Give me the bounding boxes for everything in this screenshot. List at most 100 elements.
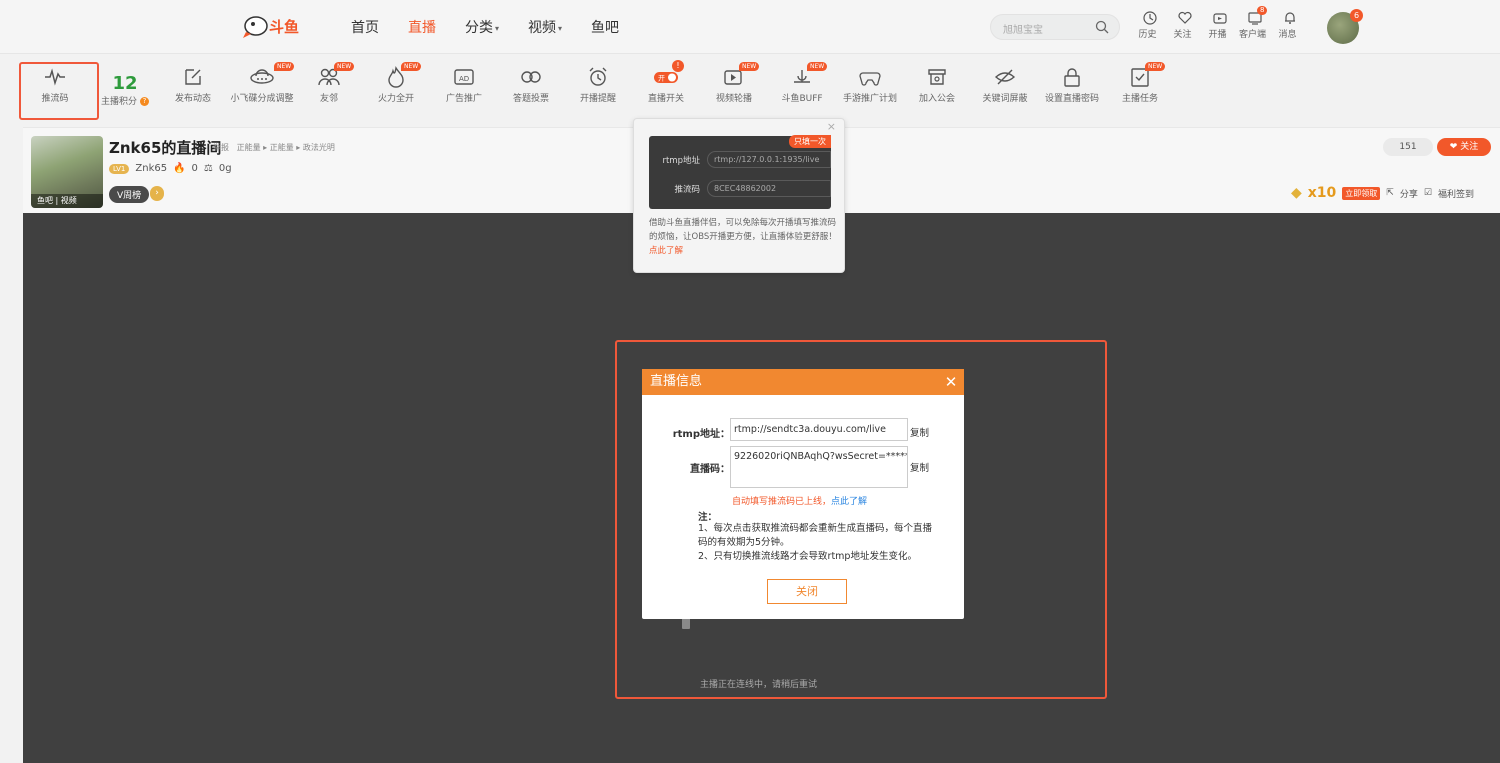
push-code-highlight <box>19 62 99 120</box>
gamepad-icon <box>859 72 881 86</box>
bell-icon <box>1284 12 1295 24</box>
buff-label: 斗鱼BUFF <box>781 94 823 104</box>
sign-in-button[interactable]: 福利签到 <box>1438 187 1474 200</box>
chevron-right-icon[interactable]: › <box>150 186 164 201</box>
video-carousel-label: 视频轮播 <box>715 94 752 104</box>
fire-tool[interactable]: NEW 火力全开 <box>361 62 431 104</box>
share-button[interactable]: 分享 <box>1400 187 1418 200</box>
chevron-down-icon: ▾ <box>495 23 500 33</box>
checkin-icon: ☑ <box>1423 188 1432 198</box>
ufo-icon <box>250 69 274 84</box>
alert-badge: ! <box>672 60 684 72</box>
video-carousel-tool[interactable]: NEW 视频轮播 <box>699 62 769 104</box>
post-tool[interactable]: 发布动态 <box>158 62 228 104</box>
note-title: 注： <box>698 512 718 523</box>
follow-button[interactable]: ❤ 关注 <box>1437 138 1491 156</box>
ad-label: 广告推广 <box>445 94 482 104</box>
edit-icon <box>185 69 201 85</box>
nav-video[interactable]: 视频 ▾ <box>528 17 562 37</box>
alarm-clock-icon <box>589 67 607 86</box>
password-tool[interactable]: 设置直播密码 <box>1037 62 1107 104</box>
friends-label: 友邻 <box>319 94 338 104</box>
mobile-game-tool[interactable]: 手游推广计划 <box>835 62 905 104</box>
popover-desc-text: 借助斗鱼直播伴侣，可以免除每次开播填写推流码的烦恼，让OBS开播更方便，让直播体… <box>649 218 837 242</box>
copy-rtmp-button[interactable]: 复制 <box>910 425 929 439</box>
clock-icon <box>1142 11 1157 25</box>
nav-home[interactable]: 首页 <box>351 17 379 37</box>
category-breadcrumb[interactable]: 正能量 ▸ 正能量 ▸ 政法光明 <box>237 143 335 152</box>
help-icon[interactable]: ? <box>139 97 149 106</box>
live-switch-label: 直播开关 <box>647 94 684 104</box>
guild-icon <box>928 69 946 85</box>
user-toolbar: 历史 关注 开播 8 客户端 消息 <box>1138 6 1313 40</box>
follow-label: 关注 <box>1173 30 1192 40</box>
learn-more-link[interactable]: 点此了解 <box>649 246 683 256</box>
stream-code-field[interactable]: 9226020riQNBAqhQ?wsSecret=******** <box>730 446 908 488</box>
note-list: 1、每次点击获取推流码都会重新生成直播码，每个直播码的有效期为5分钟。 2、只有… <box>698 522 938 564</box>
vote-tool[interactable]: 答题投票 <box>496 62 566 104</box>
top-navbar: 斗鱼 首页 直播 分类 ▾ 视频 ▾ 鱼吧 旭旭宝宝 历史 关注 开播 8 客户端 <box>0 0 1500 54</box>
messages-button[interactable]: 消息 <box>1278 10 1301 40</box>
rtmp-address-field[interactable]: rtmp://sendtc3a.douyu.com/live <box>730 418 908 441</box>
rtmp-label: rtmp地址 <box>662 155 700 166</box>
ad-tool[interactable]: AD 广告推广 <box>429 62 499 104</box>
new-badge: NEW <box>739 62 760 71</box>
start-live-button[interactable]: 开播 <box>1208 10 1231 40</box>
friends-tool[interactable]: NEW 友邻 <box>294 62 364 104</box>
history-button[interactable]: 历史 <box>1138 10 1161 40</box>
client-button[interactable]: 8 客户端 <box>1239 6 1268 40</box>
camera-icon <box>1212 13 1227 24</box>
buff-tool[interactable]: NEW 斗鱼BUFF <box>767 62 837 104</box>
score-value: 12 <box>112 73 138 94</box>
anchor-toolbar: 推流码 12 主播积分 ? 发布动态 NEW 小飞碟分成调整 NEW 友邻 NE… <box>20 60 1490 120</box>
fire-label: 火力全开 <box>377 94 414 104</box>
room-title: Znk65的直播间 <box>109 139 222 157</box>
nav-live[interactable]: 直播 <box>408 17 436 37</box>
nav-video-label: 视频 <box>528 20 557 36</box>
dialog-title: 直播信息 <box>642 369 964 395</box>
room-thumbnail[interactable]: 鱼吧 | 视频 <box>31 136 103 208</box>
rtmp-value[interactable]: rtmp://127.0.0.1:1935/live <box>707 151 831 168</box>
remind-tool[interactable]: 开播提醒 <box>563 62 633 104</box>
follow-list-button[interactable]: 关注 <box>1173 10 1196 40</box>
nav-category[interactable]: 分类 ▾ <box>465 17 499 37</box>
keyword-shield-label: 关键词屏蔽 <box>982 94 1028 104</box>
room-actions: ◆ x10 立即领取 ⇱ 分享 ☑ 福利签到 <box>1291 185 1474 201</box>
search-icon[interactable] <box>1095 20 1109 34</box>
copy-code-button[interactable]: 复制 <box>910 460 929 474</box>
remind-label: 开播提醒 <box>579 94 616 104</box>
stream-code-label: 直播码： <box>690 464 730 475</box>
weekly-rank-button[interactable]: V周榜 <box>109 186 150 203</box>
anchor-name[interactable]: Znk65 <box>135 163 167 174</box>
heart-icon <box>1177 11 1192 24</box>
level-badge: LV1 <box>109 163 130 174</box>
close-button[interactable]: 关闭 <box>767 579 847 604</box>
close-icon[interactable]: ✕ <box>938 369 964 395</box>
fire-icon: 🔥 <box>173 163 186 174</box>
plane-share-tool[interactable]: NEW 小飞碟分成调整 <box>227 62 297 104</box>
guild-tool[interactable]: 加入公会 <box>902 62 972 104</box>
svg-text:AD: AD <box>459 75 469 83</box>
auto-fill-link[interactable]: 点此了解 <box>831 497 867 507</box>
live-switch-tool[interactable]: ! 开 直播开关 <box>631 60 701 104</box>
post-label: 发布动态 <box>174 94 211 104</box>
rtmp-row: rtmp地址 rtmp://127.0.0.1:1935/live <box>649 151 831 168</box>
lock-icon <box>1064 68 1080 87</box>
douyu-logo[interactable]: 斗鱼 <box>243 12 305 40</box>
search-input[interactable]: 旭旭宝宝 <box>990 14 1120 40</box>
nav-fishbar[interactable]: 鱼吧 <box>591 17 619 37</box>
close-icon[interactable]: × <box>827 120 836 133</box>
keyword-shield-tool[interactable]: 关键词屏蔽 <box>970 62 1040 104</box>
start-live-label: 开播 <box>1208 30 1227 40</box>
svg-text:开: 开 <box>658 75 665 83</box>
score-tool[interactable]: 12 主播积分 ? <box>90 62 160 107</box>
new-badge: NEW <box>401 62 422 71</box>
claim-button[interactable]: 立即领取 <box>1342 186 1381 200</box>
score-label: 主播积分 <box>101 97 138 107</box>
new-badge: NEW <box>807 62 828 71</box>
code-value[interactable]: 8CEC48862002 <box>707 180 831 197</box>
code-row: 推流码 8CEC48862002 <box>649 180 831 197</box>
tasks-tool[interactable]: NEW 主播任务 <box>1105 62 1175 104</box>
report-link[interactable]: 举报 <box>213 143 229 152</box>
weight-icon: ⚖ <box>203 163 213 174</box>
